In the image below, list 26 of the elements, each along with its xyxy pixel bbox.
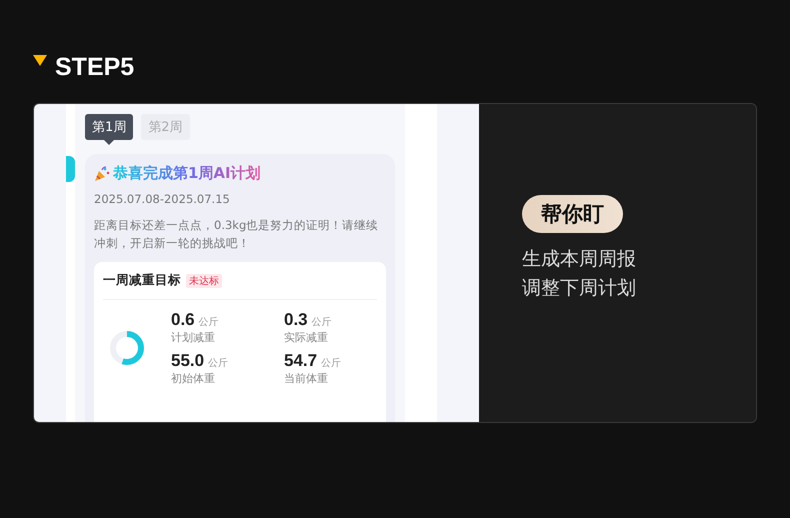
stat-value: 54.7 [284, 351, 318, 371]
step-label: STEP5 [55, 52, 134, 82]
date-range: 2025.07.08-2025.07.15 [94, 192, 231, 206]
tab-pointer [104, 140, 114, 145]
stat-label: 当前体重 [284, 371, 329, 386]
report-title: 恭喜完成第1周AI计划 [113, 164, 261, 183]
stat-label: 实际减重 [284, 330, 329, 345]
party-popper-icon [94, 166, 110, 182]
week-tab[interactable]: 第1周 [85, 114, 134, 140]
stat-value: 0.3 [284, 310, 308, 330]
stat-unit: 公斤 [312, 316, 332, 329]
stat-label: 计划减重 [171, 330, 216, 345]
progress-ring [107, 328, 147, 368]
stat-value: 0.6 [171, 310, 195, 330]
feature-badge: 帮你盯 [522, 195, 623, 233]
goal-title: 一周减重目标 [103, 272, 181, 289]
triangle-icon [33, 55, 47, 67]
status-tag: 未达标 [186, 274, 222, 288]
feature-line: 生成本周周报 [522, 247, 636, 272]
stat-value: 55.0 [171, 351, 204, 371]
stat-unit: 公斤 [198, 316, 219, 329]
stat-unit: 公斤 [208, 356, 228, 370]
report-message: 距离目标还差一点点，0.3kg也是努力的证明！请继续冲刺，开启新一轮的挑战吧！ [94, 217, 380, 252]
stat-unit: 公斤 [321, 356, 342, 370]
feature-line: 调整下周计划 [522, 276, 636, 301]
stat-label: 初始体重 [171, 371, 216, 386]
